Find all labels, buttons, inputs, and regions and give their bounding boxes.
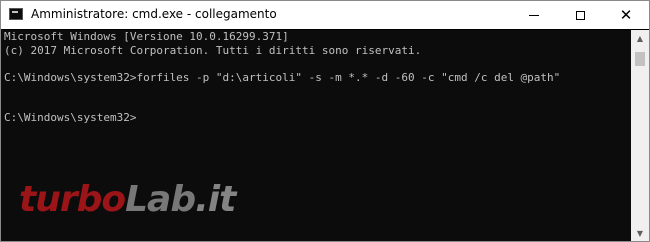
chevron-up-icon: ▲	[636, 33, 644, 43]
title-bar[interactable]: Amministratore: cmd.exe - collegamento ✕	[1, 1, 649, 29]
maximize-icon	[575, 10, 585, 20]
console-prompt: C:\Windows\system32>	[4, 111, 137, 124]
maximize-button[interactable]	[557, 1, 603, 29]
console-line: Microsoft Windows [Versione 10.0.16299.3…	[4, 30, 289, 43]
watermark-it: .it	[195, 179, 236, 220]
watermark-turbo: turbo	[19, 179, 126, 220]
console-window: Amministratore: cmd.exe - collegamento ✕…	[0, 0, 650, 242]
watermark-lab: Lab	[125, 179, 196, 220]
console-line: (c) 2017 Microsoft Corporation. Tutti i …	[4, 43, 422, 57]
chevron-down-icon: ▼	[636, 228, 644, 238]
window-title: Amministratore: cmd.exe - collegamento	[31, 7, 277, 21]
minimize-button[interactable]	[511, 1, 557, 29]
vertical-scrollbar[interactable]: ▲ ▼	[631, 30, 649, 241]
close-button[interactable]: ✕	[603, 1, 649, 29]
minimize-icon	[529, 14, 539, 16]
scroll-up-button[interactable]: ▲	[631, 30, 649, 46]
scroll-thumb[interactable]	[635, 52, 645, 66]
turbolab-watermark: turboLab.it	[19, 179, 236, 220]
close-icon: ✕	[619, 5, 633, 24]
cmd-icon	[9, 8, 23, 20]
console-line: C:\Windows\system32>forfiles -p "d:\arti…	[4, 70, 561, 84]
scroll-down-button[interactable]: ▼	[631, 225, 649, 241]
